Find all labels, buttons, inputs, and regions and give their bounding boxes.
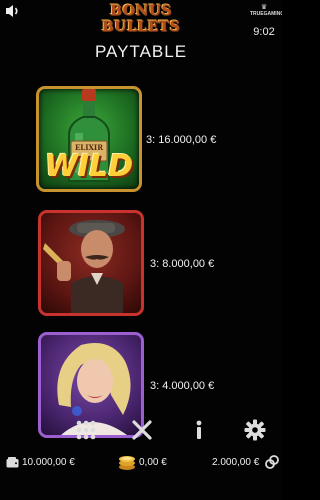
gangster-payout: 3: 8.000,00 € [150,258,215,270]
close-button[interactable] [126,414,160,448]
coins-icon [119,456,135,471]
close-icon [132,420,152,440]
gangster-symbol [38,210,144,316]
brand-logo: ♛ TRUEGAMING [250,4,282,20]
control-bar [0,414,282,448]
sound-toggle-button[interactable] [4,3,22,19]
balance-display: 10.000,00 € [6,452,75,474]
balance-value: 10.000,00 € [22,457,75,468]
info-button[interactable] [183,414,217,448]
gear-icon [244,419,266,441]
paytable-title: PAYTABLE [94,42,188,61]
info-icon [196,420,202,439]
paytable-row-gangster: 3: 8.000,00 € [0,210,282,320]
bet-value: 2.000,00 € [212,457,260,468]
status-bar: 10.000,00 € 0,00 € 2.000,00 € [0,452,282,474]
win-value: 0,00 € [139,457,167,468]
wallet-icon [6,456,19,468]
paytable-row-wild: ELIXIR WILD 3: 16.000,00 € [0,86,282,196]
grid-menu-icon [76,420,96,440]
chips-icon[interactable] [265,455,279,470]
crown-logo-icon: ♛ [260,4,268,11]
clock: 9:02 [253,26,275,38]
brand-name: TRUEGAMING [250,11,282,17]
wild-payout: 3: 16.000,00 € [146,134,217,146]
menu-button[interactable] [70,414,104,448]
settings-button[interactable] [239,414,273,448]
win-display: 0,00 € [118,452,167,474]
bet-display: 2.000,00 € [212,452,279,474]
top-bar: BONUS BULLETS ♛ TRUEGAMING 9:02 [0,0,282,40]
game-screen: BONUS BULLETS ♛ TRUEGAMING 9:02 PAYTABLE… [0,0,282,500]
lady-payout: 3: 4.000,00 € [150,380,215,392]
speaker-icon [6,5,18,17]
gangster-with-revolver-icon [43,220,125,313]
wild-label: WILD [44,149,134,184]
game-title-logo: BONUS BULLETS [101,3,181,35]
wild-symbol: ELIXIR WILD [36,86,142,192]
